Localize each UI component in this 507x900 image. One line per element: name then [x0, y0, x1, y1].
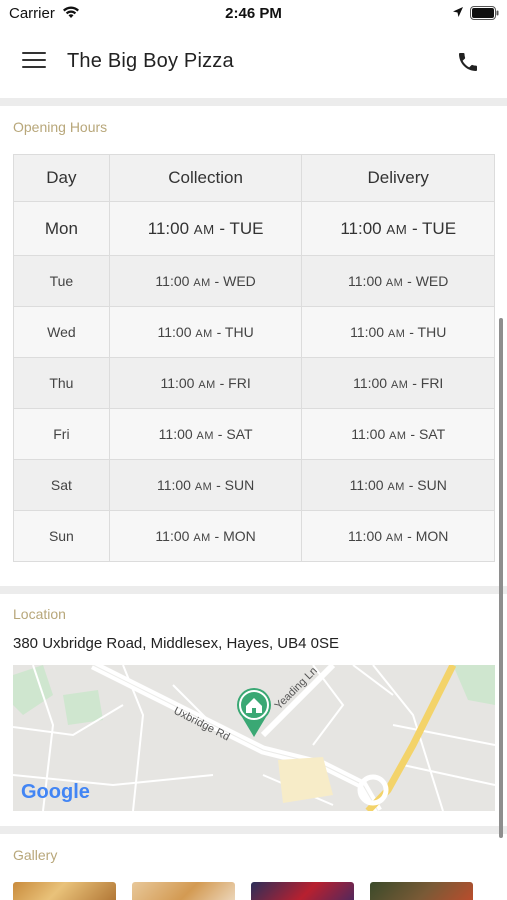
- delivery-cell: 11:00 AM - SAT: [301, 408, 495, 460]
- gallery-thumbnail[interactable]: [370, 882, 473, 900]
- app-header: The Big Boy Pizza: [0, 28, 507, 98]
- gallery-label: Gallery: [13, 847, 58, 863]
- delivery-cell: 11:00 AM - WED: [301, 255, 495, 307]
- table-row: Tue 11:00 AM - WED 11:00 AM - WED: [13, 255, 495, 307]
- column-header-day: Day: [13, 154, 110, 202]
- table-row: Sat 11:00 AM - SUN 11:00 AM - SUN: [13, 459, 495, 511]
- section-divider: [0, 98, 507, 106]
- day-cell: Thu: [13, 357, 110, 409]
- day-cell: Mon: [13, 201, 110, 256]
- location-map[interactable]: Uxbridge Rd Yeading Ln Google: [13, 665, 495, 811]
- location-arrow-icon: [453, 7, 463, 17]
- collection-cell: 11:00 AM - WED: [108, 255, 303, 307]
- table-row: Sun 11:00 AM - MON 11:00 AM - MON: [13, 510, 495, 562]
- scrollbar[interactable]: [499, 318, 503, 838]
- status-time: 2:46 PM: [225, 5, 282, 22]
- google-logo: Google: [21, 781, 90, 803]
- table-row: Fri 11:00 AM - SAT 11:00 AM - SAT: [13, 408, 495, 460]
- hamburger-menu-icon[interactable]: [22, 52, 46, 72]
- section-divider: [0, 586, 507, 594]
- column-header-delivery: Delivery: [301, 154, 495, 202]
- opening-hours-label: Opening Hours: [13, 119, 108, 135]
- gallery-thumbnail[interactable]: [251, 882, 354, 900]
- delivery-cell: 11:00 AM - TUE: [301, 201, 495, 256]
- gallery-thumbnail[interactable]: [13, 882, 116, 900]
- page-title: The Big Boy Pizza: [67, 50, 234, 72]
- day-cell: Fri: [13, 408, 110, 460]
- delivery-cell: 11:00 AM - SUN: [301, 459, 495, 511]
- day-cell: Sun: [13, 510, 110, 562]
- battery-icon: [470, 6, 499, 20]
- collection-cell: 11:00 AM - SUN: [108, 459, 303, 511]
- collection-cell: 11:00 AM - SAT: [108, 408, 303, 460]
- delivery-cell: 11:00 AM - MON: [301, 510, 495, 562]
- collection-cell: 11:00 AM - FRI: [108, 357, 303, 409]
- collection-cell: 11:00 AM - TUE: [108, 201, 303, 256]
- phone-icon[interactable]: [456, 50, 480, 74]
- gallery-thumbnail[interactable]: [132, 882, 235, 900]
- collection-cell: 11:00 AM - MON: [108, 510, 303, 562]
- table-row: Thu 11:00 AM - FRI 11:00 AM - FRI: [13, 357, 495, 409]
- delivery-cell: 11:00 AM - FRI: [301, 357, 495, 409]
- day-cell: Sat: [13, 459, 110, 511]
- location-label: Location: [13, 606, 66, 622]
- address-text: 380 Uxbridge Road, Middlesex, Hayes, UB4…: [13, 635, 340, 652]
- section-divider: [0, 826, 507, 834]
- day-cell: Wed: [13, 306, 110, 358]
- table-row: Wed 11:00 AM - THU 11:00 AM - THU: [13, 306, 495, 358]
- opening-hours-table: Day Collection Delivery Mon 11:00 AM - T…: [13, 154, 495, 562]
- collection-cell: 11:00 AM - THU: [108, 306, 303, 358]
- table-header-row: Day Collection Delivery: [13, 154, 495, 202]
- column-header-collection: Collection: [108, 154, 303, 202]
- delivery-cell: 11:00 AM - THU: [301, 306, 495, 358]
- day-cell: Tue: [13, 255, 110, 307]
- map-canvas: Uxbridge Rd Yeading Ln Google: [13, 665, 495, 811]
- table-row: Mon 11:00 AM - TUE 11:00 AM - TUE: [13, 201, 495, 256]
- status-bar: Carrier 2:46 PM: [0, 0, 507, 28]
